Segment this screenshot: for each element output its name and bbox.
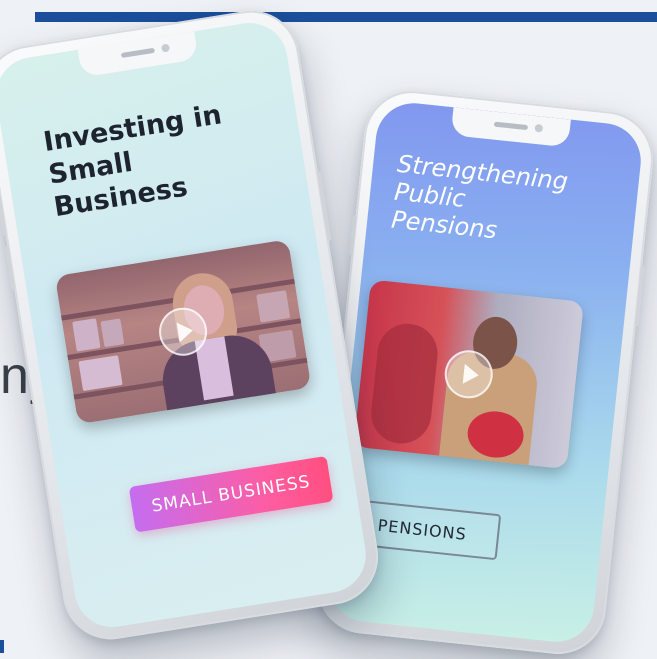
volume-button (4, 246, 16, 291)
top-accent-bar (35, 12, 657, 22)
speaker-grille (120, 47, 156, 59)
small-business-video-thumbnail[interactable] (54, 239, 312, 425)
phone-notch (77, 31, 199, 78)
small-business-button[interactable]: SMALL BUSINESS (128, 455, 334, 533)
pensions-video-thumbnail[interactable] (353, 279, 584, 470)
volume-button (0, 191, 7, 236)
power-button (634, 265, 645, 326)
power-button (316, 171, 332, 242)
speaker-grille (493, 121, 529, 131)
phone-notch (450, 107, 571, 148)
bottom-left-accent (0, 640, 4, 653)
front-camera (160, 43, 171, 53)
front-camera (534, 123, 544, 133)
pensions-headline: Strengthening Public Pensions (390, 149, 570, 245)
small-business-headline: Investing in Small Business (41, 99, 224, 224)
volume-button (348, 215, 357, 256)
phone-mockup-small-business: Investing in Small Business SMALL BUSINE… (0, 3, 385, 647)
phone-screen-small-business: Investing in Small Business SMALL BUSINE… (0, 17, 372, 633)
